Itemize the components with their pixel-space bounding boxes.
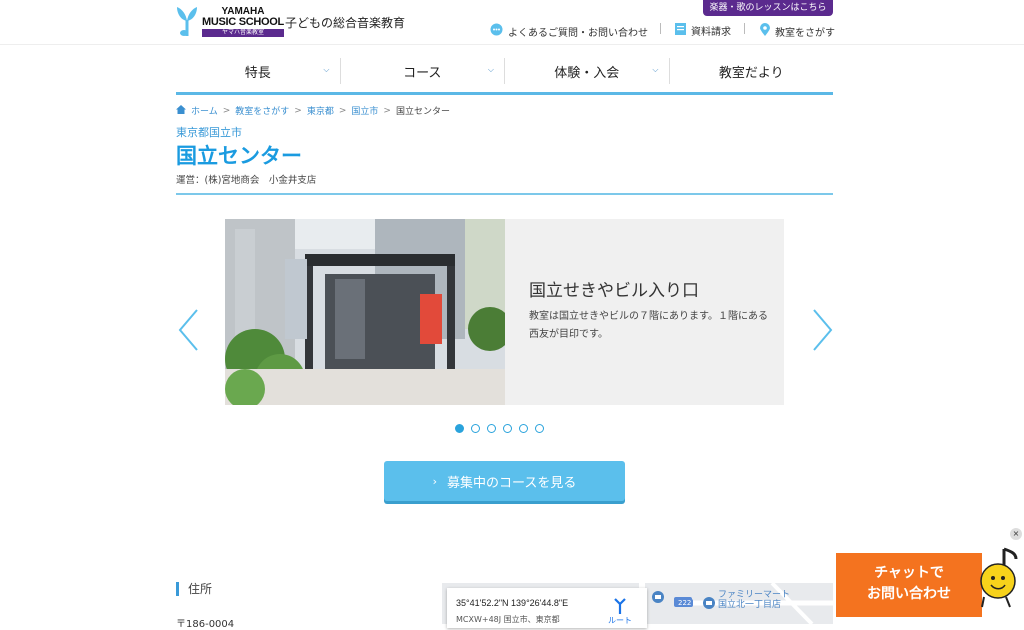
location-pin-icon (760, 23, 770, 39)
chat-line-1: チャットで (874, 565, 944, 581)
nav-item-courses[interactable]: コース ⌵ (341, 58, 505, 84)
logo-text-music-school: MUSIC SCHOOL (202, 16, 284, 28)
nav-item-features[interactable]: 特長 ⌵ (176, 58, 341, 84)
chat-close-button[interactable]: × (1010, 528, 1022, 540)
chevron-right-icon: › (432, 474, 438, 488)
logo-text-japanese: ヤマハ音楽教室 (202, 29, 284, 37)
title-divider (176, 193, 833, 195)
chevron-left-icon (178, 309, 198, 351)
lesson-link-button[interactable]: 楽器・歌のレッスンはこちら (703, 0, 833, 16)
slider-dot-1[interactable] (455, 424, 464, 433)
breadcrumb-separator: > (383, 105, 391, 116)
slider-next-button[interactable] (810, 308, 834, 352)
map-poi-line2: 国立北一丁目店 (718, 600, 782, 610)
chat-bubble-icon (490, 23, 503, 39)
chat-mascot-icon[interactable] (976, 547, 1022, 615)
nav-item-newsletter[interactable]: 教室だより (670, 58, 834, 84)
slider-dot-3[interactable] (487, 424, 496, 433)
map-route-label: ルート (608, 616, 632, 625)
directions-icon (614, 598, 626, 614)
prefecture-label: 東京都国立市 (176, 126, 242, 139)
map-road-number: 222 (676, 599, 694, 607)
slider-dot-4[interactable] (503, 424, 512, 433)
header-divider (0, 44, 1024, 45)
slide-title: 国立せきやビル入り口 (529, 281, 699, 301)
address-heading: 住所 (176, 582, 212, 596)
site-logo[interactable]: YAMAHA MUSIC SCHOOL ヤマハ音楽教室 (176, 6, 284, 37)
slide-description: 教室は国立せきやビルの７階にあります。１階にある西友が目印です。 (529, 311, 768, 340)
chat-line-2: お問い合わせ (867, 586, 951, 602)
breadcrumb-separator: > (294, 105, 302, 116)
nav-underline (176, 92, 833, 95)
brochure-request-link[interactable]: 資料請求 (675, 23, 731, 38)
slider-prev-button[interactable] (177, 308, 201, 352)
breadcrumb-link-tokyo[interactable]: 東京都 (307, 104, 334, 117)
brochure-request-label: 資料請求 (691, 27, 731, 38)
chevron-down-icon: ⌵ (323, 65, 330, 74)
slider-dot-2[interactable] (471, 424, 480, 433)
breadcrumb-link-home[interactable]: ホーム (191, 104, 218, 117)
breadcrumb-current: 国立センター (395, 107, 450, 117)
find-school-link[interactable]: 教室をさがす (760, 23, 835, 39)
main-nav: 特長 ⌵ コース ⌵ 体験・入会 ⌵ 教室だより (176, 58, 833, 84)
building-entrance-photo (225, 219, 505, 405)
nav-label: 教室だより (718, 65, 784, 81)
nav-label: 特長 (244, 65, 271, 81)
nav-item-trial-enroll[interactable]: 体験・入会 ⌵ (505, 58, 670, 84)
breadcrumb-link-find-school[interactable]: 教室をさがす (235, 104, 289, 117)
chevron-down-icon: ⌵ (487, 65, 494, 74)
page-title: 国立センター (176, 144, 302, 168)
faq-contact-link[interactable]: よくあるご質問・お問い合わせ (490, 23, 648, 39)
chevron-right-icon (813, 309, 833, 351)
utility-divider (660, 23, 661, 34)
operator-text: 運営：(株)宮地商会 小金井支店 (176, 175, 317, 186)
map-poi-line1: ファミリーマート (718, 590, 791, 600)
map-coordinates: 35°41'52.2"N 139°26'44.8"E (456, 598, 569, 608)
slider-pagination (455, 424, 544, 433)
view-courses-button[interactable]: › 募集中のコースを見る (384, 461, 625, 501)
postal-code: 〒186-0004 (176, 619, 235, 630)
breadcrumb: ホーム > 教室をさがす > 東京都 > 国立市 > 国立センター (176, 104, 450, 117)
chevron-down-icon: ⌵ (652, 65, 659, 74)
slider-dot-6[interactable] (535, 424, 544, 433)
chat-widget-button[interactable]: チャットで お問い合わせ (836, 553, 982, 617)
find-school-label: 教室をさがす (775, 27, 835, 39)
home-icon (176, 104, 186, 117)
faq-contact-label: よくあるご質問・お問い合わせ (508, 27, 648, 39)
nav-label: 体験・入会 (554, 65, 620, 81)
document-icon (675, 23, 686, 38)
slider-dot-5[interactable] (519, 424, 528, 433)
map-poi-label[interactable]: ファミリーマート 国立北一丁目店 (718, 590, 790, 610)
breadcrumb-separator: > (222, 105, 231, 116)
breadcrumb-separator: > (338, 105, 347, 116)
map-store-icon (652, 588, 664, 607)
map-plus-code: MCXW+48J 国立市、東京都 (456, 615, 560, 624)
site-tagline: 子どもの総合音楽教育 (285, 16, 406, 30)
view-courses-label: 募集中のコースを見る (447, 475, 577, 491)
breadcrumb-link-kunitachi[interactable]: 国立市 (351, 104, 378, 117)
utility-divider (744, 23, 745, 34)
logo-note-icon (176, 6, 198, 36)
map-convenience-store-icon (703, 594, 715, 613)
nav-label: コース (403, 65, 442, 81)
